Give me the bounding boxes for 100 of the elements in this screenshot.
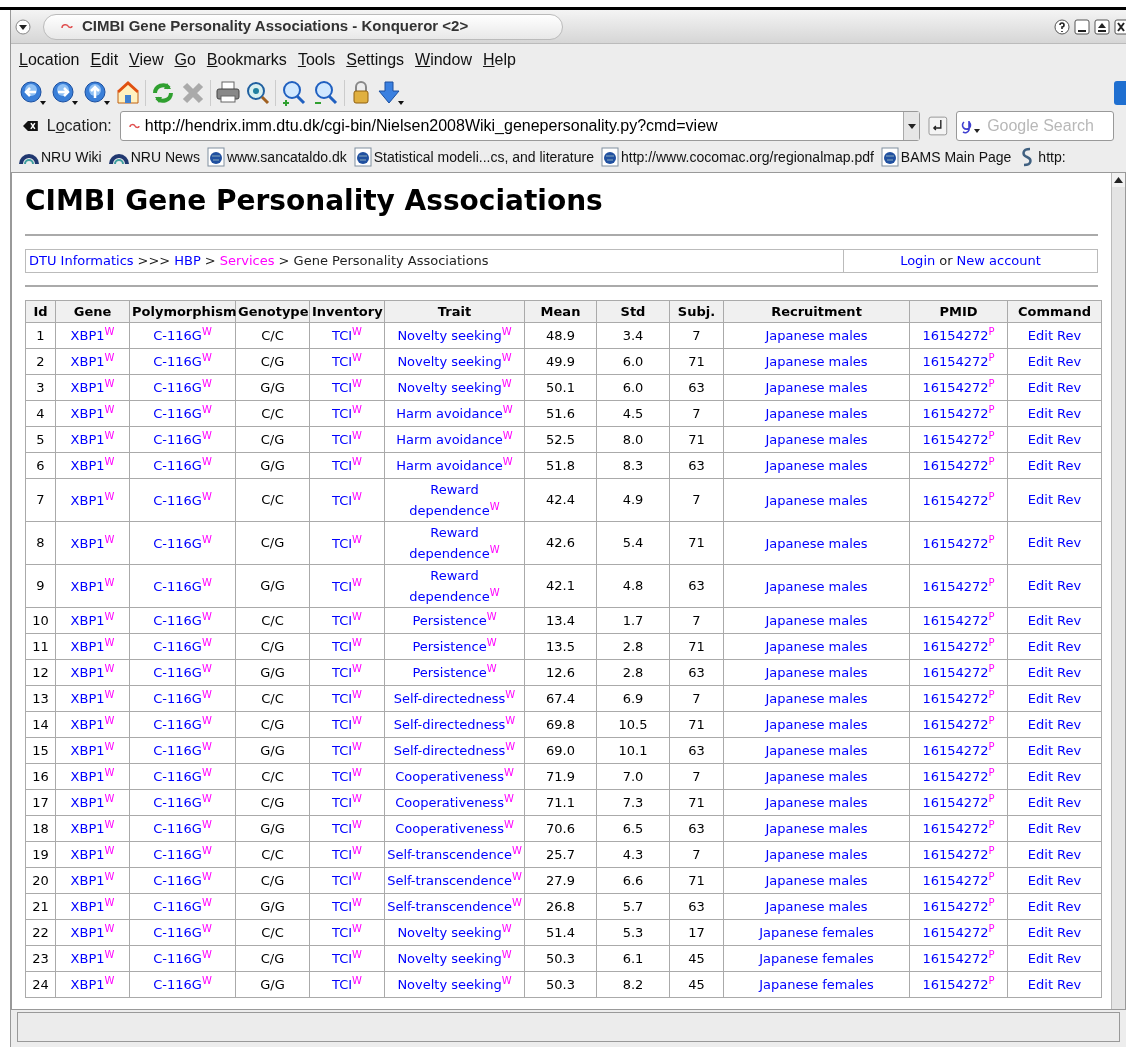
command-link[interactable]: Edit	[1027, 742, 1053, 758]
command-link[interactable]: Rev	[1057, 846, 1082, 862]
search-field[interactable]: Google Search	[956, 111, 1114, 141]
command-link[interactable]: Edit	[1027, 578, 1053, 594]
breadcrumb-link[interactable]: HBP	[174, 251, 201, 271]
minimize-icon[interactable]	[1074, 18, 1090, 35]
command-link[interactable]: Rev	[1057, 950, 1082, 966]
maximize-icon[interactable]	[1094, 18, 1110, 35]
command-link[interactable]: Edit	[1027, 794, 1053, 810]
command-link[interactable]: Edit	[1027, 846, 1053, 862]
command-link[interactable]: Edit	[1027, 950, 1053, 966]
table-cell: 71	[669, 633, 724, 660]
window-menu-icon[interactable]	[15, 18, 31, 35]
bookmark-item[interactable]: BAMS Main Page	[880, 146, 1012, 168]
menu-item[interactable]: Settings	[342, 48, 409, 72]
menu-item[interactable]: Window	[411, 48, 476, 72]
command-link[interactable]: Edit	[1027, 535, 1053, 551]
command-link[interactable]: Rev	[1057, 638, 1082, 654]
menu-item[interactable]: Help	[478, 48, 520, 72]
command-link[interactable]: Rev	[1057, 768, 1082, 784]
table-cell: 20	[25, 867, 56, 894]
command-link[interactable]: Edit	[1027, 492, 1053, 508]
bookmark-item[interactable]: NRU Wiki	[19, 146, 102, 168]
command-link[interactable]: Edit	[1027, 638, 1053, 654]
command-link[interactable]: Rev	[1057, 353, 1082, 369]
command-link[interactable]: Rev	[1057, 976, 1082, 992]
globe-page-icon	[353, 147, 372, 167]
command-link[interactable]: Edit	[1027, 924, 1053, 940]
command-link[interactable]: Edit	[1027, 768, 1053, 784]
command-link[interactable]: Rev	[1057, 898, 1082, 914]
table-cell: C/G	[235, 521, 310, 565]
command-link[interactable]: Rev	[1057, 742, 1082, 758]
search-input[interactable]: Google Search	[987, 114, 1108, 138]
menu-item[interactable]: Location	[15, 48, 84, 72]
dropdown-button[interactable]	[903, 112, 920, 140]
menu-item[interactable]: Bookmarks	[202, 48, 291, 72]
command-link[interactable]: Rev	[1057, 578, 1082, 594]
table-cell: C/G	[235, 633, 310, 660]
command-link[interactable]: Edit	[1027, 716, 1053, 732]
url-field[interactable]: http://hendrix.imm.dtu.dk/cgi-bin/Nielsen2008Wiki_genepersonality.py?cmd=view	[119, 111, 921, 141]
go-icon[interactable]	[928, 116, 949, 136]
scrollbar[interactable]	[1111, 173, 1125, 1009]
command-link[interactable]: Rev	[1057, 820, 1082, 836]
command-link[interactable]: Edit	[1027, 327, 1053, 343]
zoom-out-icon[interactable]	[312, 79, 340, 107]
forward-icon[interactable]	[51, 79, 79, 107]
bookmark-item[interactable]: www.sancataldo.dk	[206, 146, 347, 168]
zoom-in-icon[interactable]	[280, 79, 308, 107]
table-link[interactable]: TCI$^{W}$	[332, 489, 362, 511]
table-cell: 45	[669, 971, 724, 998]
command-link[interactable]: Edit	[1027, 457, 1053, 473]
command-link[interactable]: Rev	[1057, 872, 1082, 888]
command-link[interactable]: Rev	[1057, 794, 1082, 810]
command-link[interactable]: Edit	[1027, 405, 1053, 421]
command-link[interactable]: Rev	[1057, 457, 1082, 473]
command-link[interactable]: Edit	[1027, 612, 1053, 628]
command-link[interactable]: Rev	[1057, 431, 1082, 447]
account-link[interactable]: Login	[900, 251, 936, 271]
back-icon[interactable]	[19, 79, 47, 107]
command-link[interactable]: Edit	[1027, 976, 1053, 992]
menu-item[interactable]: Edit	[86, 48, 123, 72]
home-icon[interactable]	[115, 79, 141, 107]
command-link[interactable]: Edit	[1027, 353, 1053, 369]
menu-item[interactable]: View	[125, 48, 168, 72]
command-link[interactable]: Rev	[1057, 612, 1082, 628]
command-link[interactable]: Rev	[1057, 664, 1082, 680]
command-link[interactable]: Edit	[1027, 820, 1053, 836]
command-link[interactable]: Edit	[1027, 872, 1053, 888]
table-link[interactable]: TCI$^{W}$	[332, 532, 362, 554]
bookmark-item[interactable]: http:	[1018, 146, 1066, 168]
table-cell: 7	[669, 400, 724, 427]
account-link[interactable]: New account	[956, 251, 1041, 271]
table-link[interactable]: TCI$^{W}$	[332, 575, 362, 597]
close-icon[interactable]	[1114, 18, 1126, 35]
eye-magnifier-icon[interactable]	[245, 79, 271, 107]
command-link[interactable]: Edit	[1027, 431, 1053, 447]
bookmark-item[interactable]: NRU News	[108, 146, 200, 168]
command-link[interactable]: Rev	[1057, 924, 1082, 940]
command-link[interactable]: Rev	[1057, 492, 1082, 508]
command-link[interactable]: Rev	[1057, 716, 1082, 732]
bookmark-item[interactable]: http://www.cocomac.org/regionalmap.pdf	[600, 146, 874, 168]
scroll-up-icon[interactable]	[1112, 173, 1125, 187]
command-link[interactable]: Edit	[1027, 690, 1053, 706]
command-link[interactable]: Rev	[1057, 327, 1082, 343]
command-link[interactable]: Rev	[1057, 690, 1082, 706]
command-link[interactable]: Edit	[1027, 664, 1053, 680]
menu-item[interactable]: Tools	[293, 48, 340, 72]
command-link[interactable]: Edit	[1027, 379, 1053, 395]
command-link[interactable]: Rev	[1057, 405, 1082, 421]
command-link[interactable]: Rev	[1057, 535, 1082, 551]
help-icon[interactable]	[1054, 18, 1070, 35]
breadcrumb-link[interactable]: DTU Informatics	[29, 251, 134, 271]
download-icon[interactable]	[377, 79, 405, 107]
table-cell: 7	[669, 607, 724, 634]
up-icon[interactable]	[83, 79, 111, 107]
menu-item[interactable]: Go	[170, 48, 200, 72]
command-link[interactable]: Rev	[1057, 379, 1082, 395]
clear-location-icon[interactable]	[23, 120, 39, 132]
command-link[interactable]: Edit	[1027, 898, 1053, 914]
bookmark-item[interactable]: Statistical modeli...cs, and literature	[353, 146, 594, 168]
